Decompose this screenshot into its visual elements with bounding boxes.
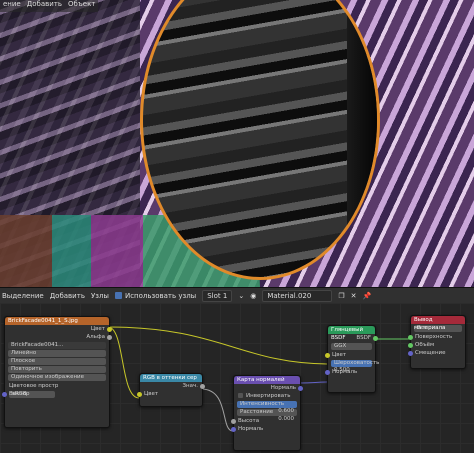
colorspace-row[interactable]: Цветовое простр sRGB bbox=[5, 382, 109, 398]
input-socket[interactable] bbox=[2, 391, 7, 397]
displacement-input: Смещение bbox=[408, 349, 465, 357]
use-nodes-toggle[interactable]: Использовать узлы bbox=[114, 291, 197, 300]
menu-add[interactable]: Добавить bbox=[27, 0, 62, 12]
normal-map-node[interactable]: Карта нормалей Нормаль Инвертировать Инт… bbox=[231, 375, 303, 451]
use-nodes-label: Использовать узлы bbox=[124, 291, 197, 300]
input-socket[interactable] bbox=[137, 391, 142, 397]
strength-slider[interactable]: Интенсивность 0.600 bbox=[237, 401, 297, 414]
output-socket[interactable] bbox=[107, 334, 112, 340]
height-input: Высота bbox=[231, 417, 300, 425]
viewport-menu: ение Добавить Объект bbox=[0, 0, 99, 12]
rgb-out-val: Знач. bbox=[140, 382, 205, 390]
image-name-field[interactable]: BrickFacade0041... bbox=[8, 342, 106, 349]
projection-select[interactable]: Плоское bbox=[8, 358, 106, 365]
input-socket[interactable] bbox=[408, 350, 413, 356]
input-socket[interactable] bbox=[325, 369, 330, 375]
chevron-down-icon[interactable]: ⌄ bbox=[238, 292, 244, 300]
glossy-node-header[interactable]: Глянцевый BSDF bbox=[328, 326, 375, 341]
material-name-field[interactable]: Material.020 bbox=[262, 289, 333, 302]
menu-nodes[interactable]: Узлы bbox=[91, 292, 109, 300]
output-socket[interactable] bbox=[107, 326, 112, 332]
material-sphere-icon[interactable]: ◉ bbox=[250, 292, 256, 300]
output-node-header[interactable]: Вывод материала bbox=[411, 316, 465, 331]
roughness-slider[interactable]: Шероховатость 0.500 bbox=[331, 360, 379, 373]
source-select[interactable]: Одиночное изображение bbox=[8, 374, 106, 381]
menu-select[interactable]: ение bbox=[3, 0, 21, 12]
input-socket[interactable] bbox=[325, 352, 330, 358]
glossy-color: Цвет bbox=[325, 351, 375, 359]
output-socket[interactable] bbox=[298, 385, 303, 391]
image-out-alpha: Альфа bbox=[5, 333, 112, 341]
input-socket[interactable] bbox=[231, 426, 236, 432]
3d-viewport[interactable]: ение Добавить Объект bbox=[0, 0, 474, 287]
glossy-out: BSDF bbox=[328, 334, 378, 342]
image-node-header[interactable]: BrickFacade0041_1_S.jpg bbox=[5, 317, 109, 325]
pin-icon[interactable]: 📌 bbox=[362, 292, 371, 300]
menu-object[interactable]: Объект bbox=[68, 0, 95, 12]
checkbox-icon bbox=[114, 292, 122, 299]
output-socket[interactable] bbox=[373, 335, 378, 341]
extension-select[interactable]: Повторить bbox=[8, 366, 106, 373]
distribution-select[interactable]: GGX bbox=[331, 343, 372, 350]
image-in-vector: Вектор bbox=[2, 390, 109, 398]
output-socket[interactable] bbox=[200, 383, 205, 389]
checkbox-icon bbox=[238, 393, 243, 398]
duplicate-icon[interactable]: ❐ bbox=[338, 292, 344, 300]
normal-out: Нормаль bbox=[234, 384, 303, 392]
interpolation-select[interactable]: Линейно bbox=[8, 350, 106, 357]
material-output-node[interactable]: Вывод материала Все Поверхность Объём См… bbox=[408, 315, 466, 369]
surface-input: Поверхность bbox=[408, 333, 465, 341]
node-editor-header: Выделение Добавить Узлы Использовать узл… bbox=[0, 287, 474, 303]
rgb-to-bw-node[interactable]: RGB в оттенки сер Знач. Цвет bbox=[137, 373, 205, 407]
input-socket[interactable] bbox=[408, 334, 413, 340]
glossy-normal: Нормаль bbox=[325, 368, 375, 376]
close-icon[interactable]: ✕ bbox=[351, 292, 357, 300]
normal-node-header[interactable]: Карта нормалей bbox=[234, 376, 300, 384]
menu-selection[interactable]: Выделение bbox=[2, 292, 44, 300]
image-out-color: Цвет bbox=[5, 325, 112, 333]
rgb-node-header[interactable]: RGB в оттенки сер bbox=[140, 374, 202, 382]
node-editor[interactable]: BrickFacade0041_1_S.jpg Цвет Альфа Brick… bbox=[0, 303, 474, 453]
glossy-bsdf-node[interactable]: Глянцевый BSDF BSDF GGX Цвет Шероховатос… bbox=[325, 325, 379, 393]
selected-disc-object[interactable] bbox=[140, 0, 380, 280]
rgb-in-color: Цвет bbox=[137, 390, 202, 398]
input-socket[interactable] bbox=[231, 418, 236, 424]
input-socket[interactable] bbox=[408, 342, 413, 348]
normal-input: Нормаль bbox=[231, 425, 300, 433]
slot-select[interactable]: Slot 1 bbox=[202, 289, 233, 302]
invert-toggle[interactable]: Инвертировать bbox=[234, 392, 300, 400]
menu-add-node[interactable]: Добавить bbox=[50, 292, 85, 300]
volume-input: Объём bbox=[408, 341, 465, 349]
image-texture-node[interactable]: BrickFacade0041_1_S.jpg Цвет Альфа Brick… bbox=[2, 316, 112, 428]
